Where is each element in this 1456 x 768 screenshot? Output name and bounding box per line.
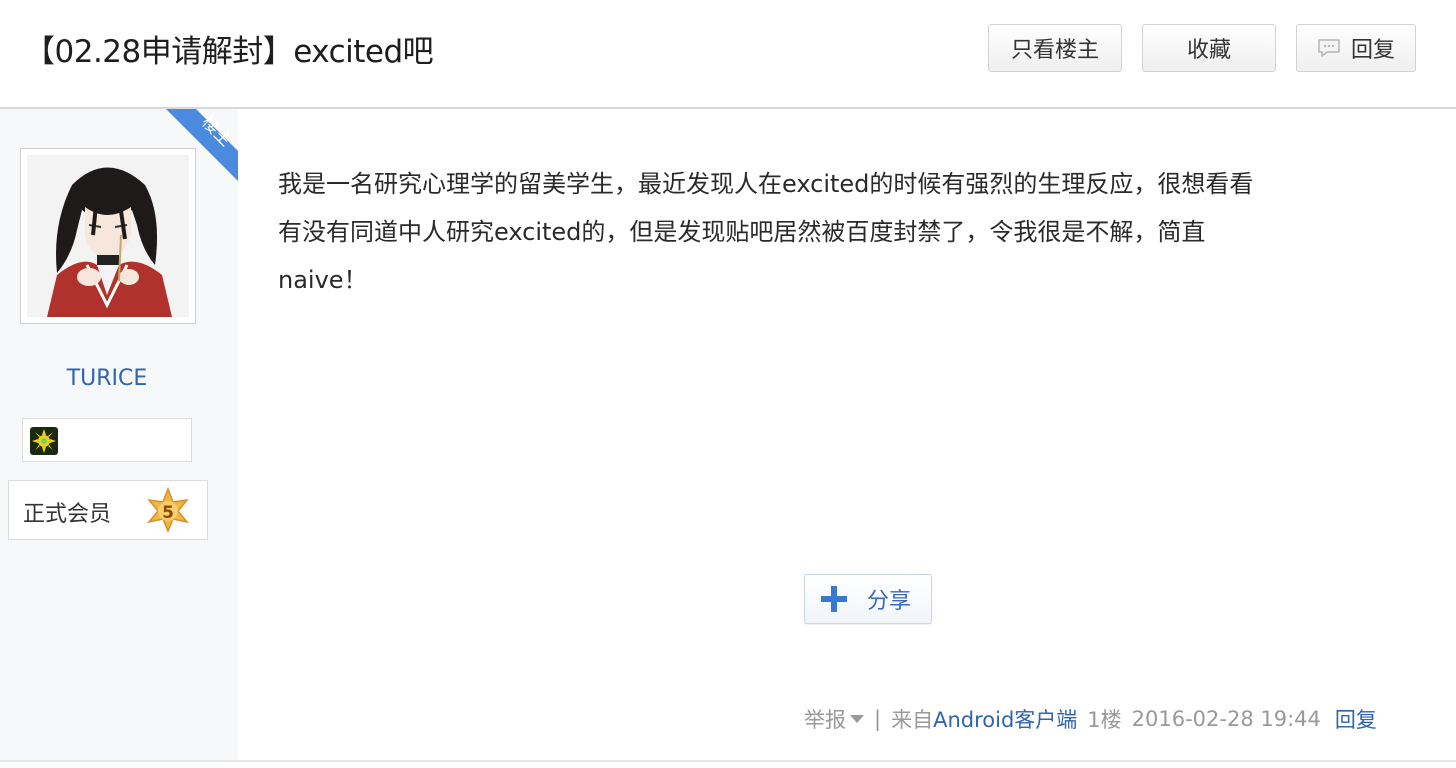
- floor-number: 1楼: [1087, 708, 1122, 732]
- reply-label: 回复: [1350, 38, 1395, 63]
- only-op-button[interactable]: 只看楼主: [988, 24, 1122, 72]
- star-badge-icon[interactable]: 5: [145, 486, 191, 533]
- share-label: 分享: [867, 589, 912, 614]
- post-footer: 举报 | 来自 Android客户端 1楼 2016-02-28 19:44 回复: [804, 704, 1377, 734]
- author-username[interactable]: TURICE: [0, 366, 214, 391]
- thread-header: 【02.28申请解封】excited吧 只看楼主 收藏 回复: [0, 0, 1456, 109]
- member-level-label: 正式会员: [23, 502, 112, 527]
- favorite-label: 收藏: [1186, 38, 1231, 63]
- divider: [0, 760, 1456, 762]
- sun-badge-icon[interactable]: [30, 427, 58, 455]
- report-label: 举报: [804, 708, 846, 732]
- footer-divider: |: [874, 707, 882, 731]
- plus-icon: [819, 584, 849, 614]
- post-reply-link[interactable]: 回复: [1335, 704, 1377, 734]
- caret-down-icon: [850, 715, 864, 723]
- member-level-box: 正式会员 5: [8, 480, 208, 540]
- report-button[interactable]: 举报: [804, 704, 864, 734]
- avatar-image: [27, 155, 189, 317]
- post-line-2: 有没有同道中人研究excited的，但是发现贴吧居然被百度封禁了，令我很是不解，…: [278, 218, 1206, 246]
- thread-title: 【02.28申请解封】excited吧: [24, 34, 434, 70]
- from-prefix: 来自: [891, 708, 934, 732]
- avatar[interactable]: [20, 148, 196, 324]
- speech-bubble-icon: [1317, 38, 1341, 58]
- post-line-3: naive！: [278, 266, 368, 294]
- post-content: 我是一名研究心理学的留美学生，最近发现人在excited的时候有强烈的生理反应，…: [278, 160, 1418, 304]
- only-op-label: 只看楼主: [1010, 38, 1099, 63]
- client-link[interactable]: Android客户端: [933, 704, 1077, 734]
- reply-button[interactable]: 回复: [1296, 24, 1416, 72]
- honor-badge-box: [22, 418, 192, 462]
- favorite-button[interactable]: 收藏: [1142, 24, 1276, 72]
- post-timestamp: 2016-02-28 19:44: [1131, 707, 1321, 731]
- share-button[interactable]: 分享: [804, 574, 932, 624]
- post-line-1: 我是一名研究心理学的留美学生，最近发现人在excited的时候有强烈的生理反应，…: [278, 170, 1254, 198]
- level-number: 5: [162, 503, 174, 523]
